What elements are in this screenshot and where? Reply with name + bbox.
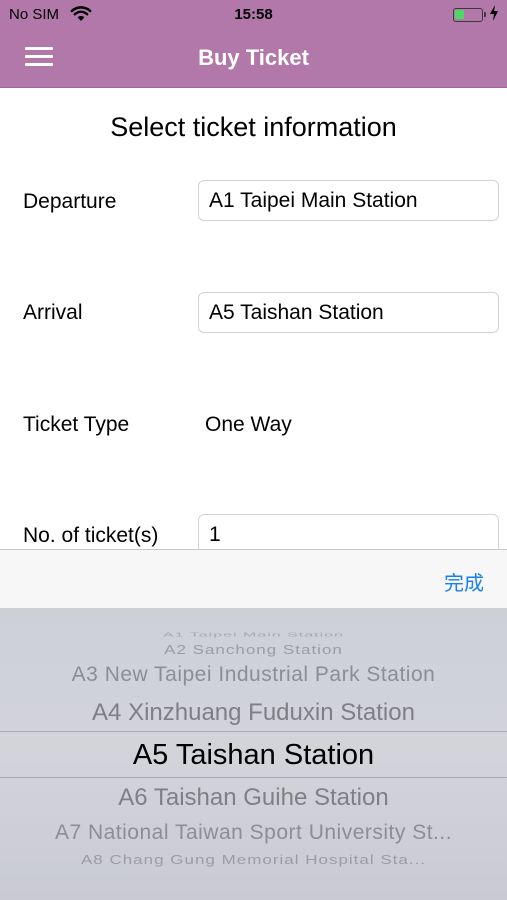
picker-option-selected[interactable]: A5 Taishan Station [0,739,507,772]
form-title: Select ticket information [110,112,397,142]
picker-toolbar: 完成 [0,549,507,609]
departure-field[interactable]: A1 Taipei Main Station [198,180,499,221]
departure-label: Departure [23,190,117,213]
page-title: Buy Ticket [198,45,309,70]
picker-option[interactable]: A3 New Taipei Industrial Park Station [0,663,507,687]
arrival-label: Arrival [23,301,83,324]
battery-icon [453,8,486,22]
ticket-type-value[interactable]: One Way [205,413,292,437]
picker-option[interactable]: A4 Xinzhuang Fuduxin Station [0,699,507,727]
bolt-icon [489,4,499,26]
picker-option[interactable]: A8 Chang Gung Memorial Hospital Sta... [0,852,507,868]
picker-option[interactable]: A7 National Taiwan Sport University St..… [0,821,507,845]
station-picker[interactable]: A1 Taipei Main Station A2 Sanchong Stati… [0,609,507,900]
picker-selection-divider [0,777,507,778]
picker-option[interactable]: A2 Sanchong Station [0,642,507,658]
ticket-type-label: Ticket Type [23,413,130,436]
picker-selection-divider [0,731,507,732]
picker-option[interactable]: A1 Taipei Main Station [0,632,507,638]
status-time: 15:58 [234,6,273,23]
done-button[interactable]: 完成 [444,567,484,596]
picker-option[interactable]: A6 Taishan Guihe Station [0,784,507,812]
quantity-label: No. of ticket(s) [23,524,159,547]
status-bar: No SIM 15:58 [0,0,507,30]
nav-bar: Buy Ticket [0,30,507,88]
arrival-field[interactable]: A5 Taishan Station [198,292,499,333]
